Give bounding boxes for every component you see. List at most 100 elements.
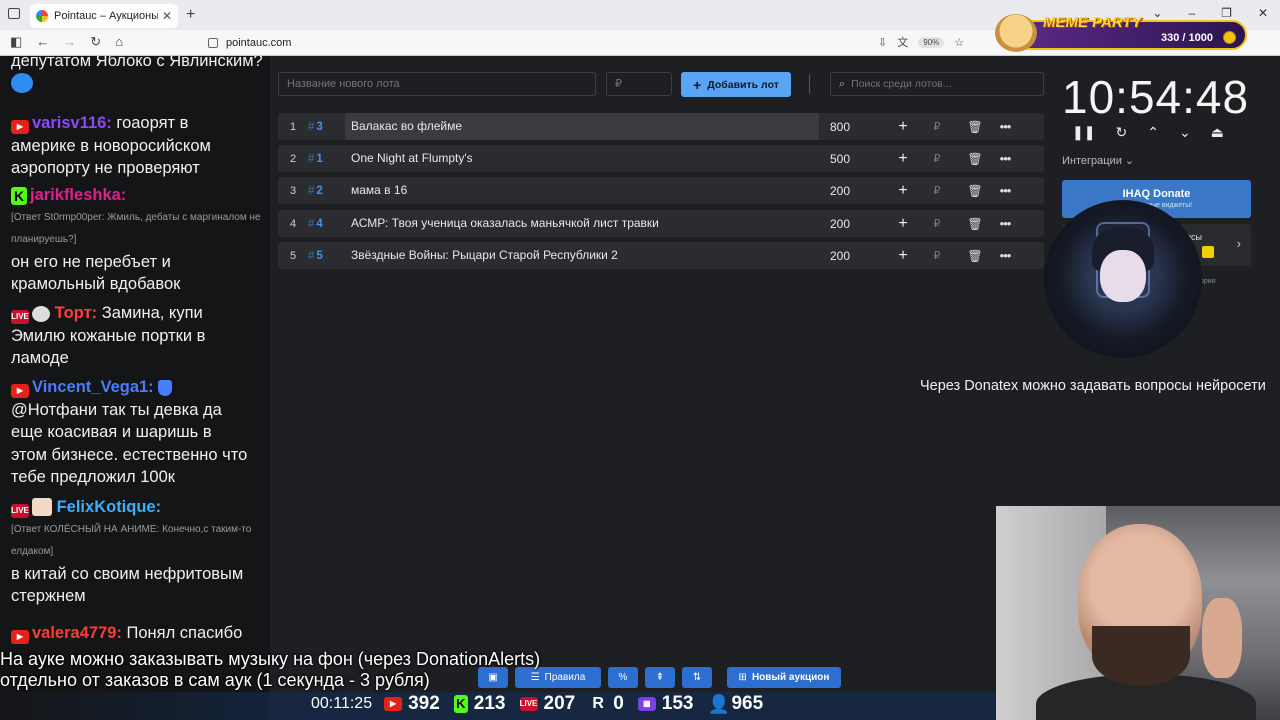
lot-fast-id: #2 [308, 184, 323, 197]
forward-icon[interactable]: → [63, 34, 76, 50]
vk-live-icon: LIVE [11, 504, 29, 518]
chat-nick: valera4779: [32, 624, 122, 642]
translate-icon[interactable]: 文 [897, 34, 908, 50]
chat-text: Понял спасибо [126, 624, 243, 642]
reload-icon[interactable]: ↻ [90, 34, 101, 50]
delete-lot-icon[interactable]: 🗑 [959, 249, 991, 263]
browser-tab[interactable]: Pointauc – Аукционы, лотереи ✕ [30, 4, 178, 28]
currency-icon: ₽ [933, 185, 941, 197]
chat-message: ▶ Vincent_Vega1: @Нотфани так ты девка да… [11, 376, 251, 489]
tab-overview-icon[interactable] [8, 8, 20, 19]
vk-live-icon: LIVE [519, 697, 538, 711]
tab-title: Pointauc – Аукционы, лотереи [54, 10, 158, 22]
url-field[interactable]: pointauc.com [200, 33, 970, 53]
rules-label: Правила [544, 672, 586, 683]
split-button[interactable]: ⇞ [645, 667, 675, 688]
lot-name-field[interactable]: Звёздные Войны: Рыцари Старой Республики… [345, 242, 819, 269]
more-options-icon[interactable]: ••• [991, 248, 1019, 263]
chevron-up-icon[interactable]: ⌃ [1147, 124, 1159, 141]
eject-icon[interactable]: ⏏ [1211, 124, 1224, 141]
add-amount-icon[interactable]: + [891, 182, 915, 200]
more-options-icon[interactable]: ••• [991, 216, 1019, 231]
twitch-viewers: 153 [661, 693, 694, 714]
sort-button[interactable]: ⇅ [682, 667, 712, 688]
lot-amount[interactable]: 500 [819, 152, 891, 166]
vk-live-icon: LIVE [11, 310, 29, 324]
chat-overlay: депутатом Яблоко с Явлинским? ▶ varisv116… [0, 56, 270, 720]
shield-icon [158, 380, 173, 396]
chat-message: LIVE FelixKotique: [Ответ КОЛЁСНЫЙ НА АН… [11, 496, 269, 608]
add-amount-icon[interactable]: + [891, 118, 915, 136]
close-window-icon[interactable]: ✕ [1258, 6, 1268, 20]
lot-fast-id: #5 [308, 249, 323, 262]
youtube-icon: ▶ [11, 120, 29, 134]
sidebar-icon[interactable]: ◧ [10, 34, 22, 50]
delete-lot-icon[interactable]: 🗑 [959, 217, 991, 231]
more-options-icon[interactable]: ••• [991, 119, 1019, 134]
lot-amount-input[interactable] [606, 72, 672, 96]
new-auction-icon: ⊞ [738, 672, 747, 683]
total-viewers: 965 [731, 693, 764, 714]
reset-icon[interactable]: ↻ [1115, 124, 1127, 141]
lot-fast-id-value: 1 [316, 152, 323, 165]
lot-amount[interactable]: 200 [819, 249, 891, 263]
chat-nick: Vincent_Vega1: [32, 378, 154, 396]
delete-lot-icon[interactable]: 🗑 [959, 152, 991, 166]
home-icon[interactable]: ⌂ [115, 34, 123, 50]
more-options-icon[interactable]: ••• [991, 183, 1019, 198]
lot-amount[interactable]: 200 [819, 184, 891, 198]
chevron-down-icon[interactable]: ⌄ [1179, 124, 1191, 141]
new-tab-icon[interactable]: + [186, 6, 195, 24]
more-options-icon[interactable]: ••• [991, 151, 1019, 166]
percent-icon: % [618, 672, 628, 683]
save-page-icon[interactable]: ⇩ [878, 36, 887, 49]
site-info-icon[interactable] [208, 38, 218, 48]
webcam-beard [1092, 626, 1190, 686]
ghost-emote-icon [11, 72, 33, 93]
avatar-face [1100, 250, 1146, 302]
plus-icon: + [693, 76, 702, 93]
chat-nick: jarikfleshka: [30, 186, 127, 204]
lot-fast-id-value: 3 [316, 120, 323, 133]
lot-fast-id-value: 2 [316, 184, 323, 197]
percent-button[interactable]: % [608, 667, 638, 688]
lot-search-input[interactable] [851, 78, 1032, 90]
new-lot-name-input[interactable] [278, 72, 596, 96]
bottom-note-line-2: отдельно от заказов в сам аук (1 секунда… [0, 670, 430, 690]
add-amount-icon[interactable]: + [891, 150, 915, 168]
back-icon[interactable]: ← [36, 34, 49, 50]
add-lot-button[interactable]: + Добавить лот [681, 72, 791, 97]
kick-icon: K [453, 695, 468, 713]
integration-logo-icon [1202, 246, 1214, 258]
lot-name-field[interactable]: One Night at Flumpty's [345, 145, 819, 172]
pause-icon[interactable]: ❚❚ [1072, 124, 1095, 141]
viewer-stats: 00:11:25 ▶ 392 K 213 LIVE 207 R 0 ▦ 153 … [311, 693, 763, 715]
bookmark-star-icon[interactable]: ☆ [954, 36, 964, 49]
chat-reply: [Ответ КОЛЁСНЫЙ НА АНИМЕ: Конечно,с таки… [11, 523, 252, 557]
integrations-dropdown[interactable]: Интеграции ⌄ [1062, 154, 1134, 167]
lot-search[interactable]: ⌕ [830, 72, 1044, 96]
avatar [32, 498, 52, 516]
lot-amount[interactable]: 800 [819, 120, 891, 134]
zoom-level[interactable]: 90% [918, 36, 945, 48]
bottom-note-line-1: На ауке можно заказывать музыку на фон (… [0, 649, 541, 669]
lot-name-field[interactable]: Валакас во флейме [345, 113, 819, 140]
delete-lot-icon[interactable]: 🗑 [959, 184, 991, 198]
lot-name-field[interactable]: мама в 16 [345, 177, 819, 204]
new-auction-label: Новый аукцион [751, 672, 830, 683]
lot-index: 5 [289, 249, 297, 262]
lot-amount[interactable]: 200 [819, 217, 891, 231]
lot-fast-id-value: 4 [316, 217, 323, 230]
chat-text: депутатом Яблоко с Явлинским? [11, 56, 263, 70]
close-tab-icon[interactable]: ✕ [162, 9, 172, 23]
vk-live-viewers: 207 [543, 693, 576, 714]
delete-lot-icon[interactable]: 🗑 [959, 120, 991, 134]
sort-icon: ⇅ [692, 672, 702, 683]
add-amount-icon[interactable]: + [891, 247, 915, 265]
chevron-right-icon[interactable]: › [1237, 236, 1241, 251]
new-auction-button[interactable]: ⊞ Новый аукцион [727, 667, 841, 688]
lot-name-field[interactable]: АСМР: Твоя ученица оказалась маньячкой л… [345, 210, 819, 237]
integrations-label: Интеграции [1062, 155, 1122, 167]
add-amount-icon[interactable]: + [891, 215, 915, 233]
timer-controls: ❚❚ ↻ ⌃ ⌄ ⏏ [1072, 124, 1224, 141]
